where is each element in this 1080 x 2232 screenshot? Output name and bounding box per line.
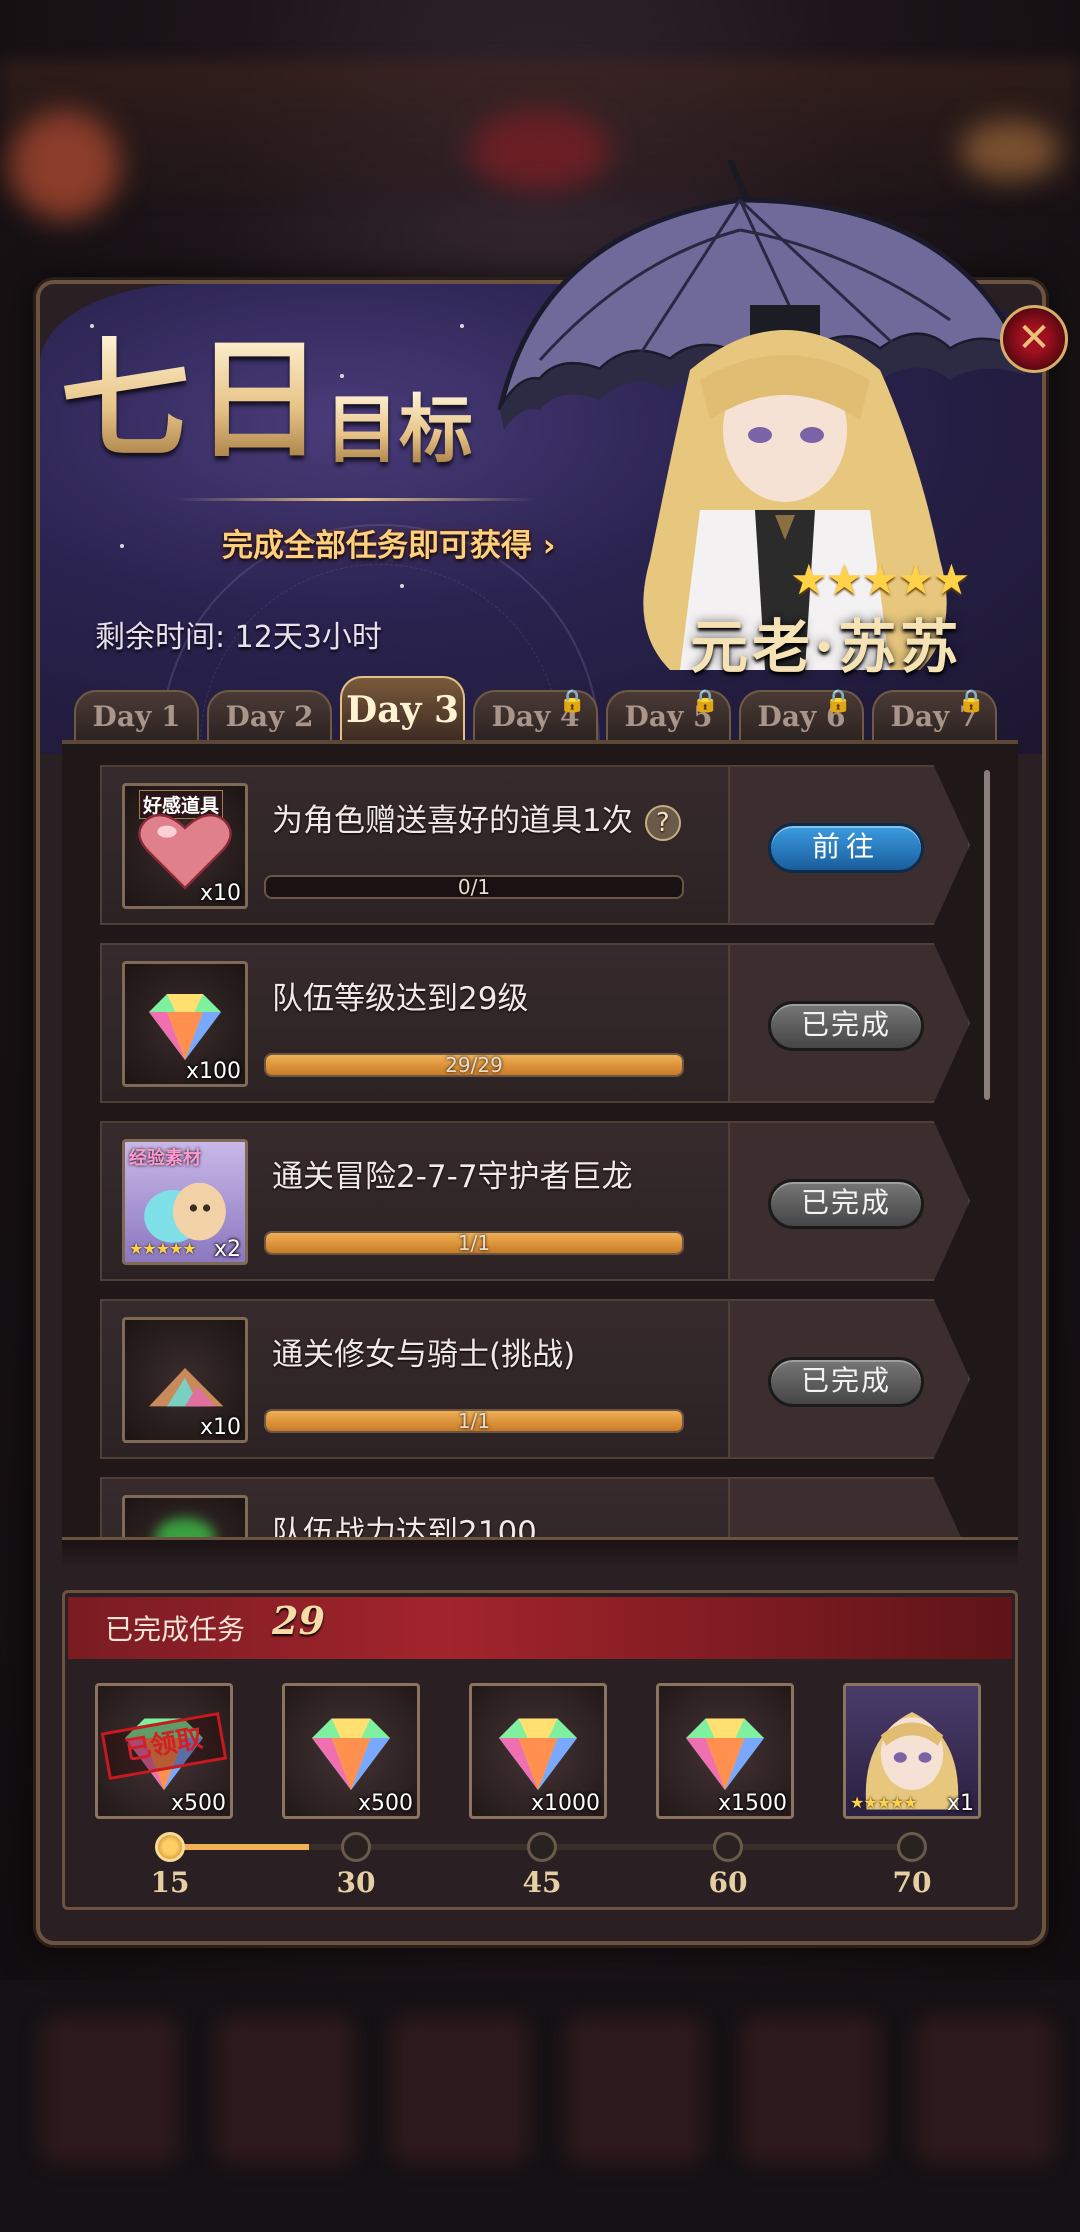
title-divider (175, 498, 535, 501)
star-decoration (400, 584, 404, 588)
star-decoration (460, 324, 464, 328)
close-icon: ✕ (1017, 315, 1051, 361)
event-title: 七日 (60, 323, 329, 476)
progress-text: 1/1 (457, 1409, 491, 1433)
milestone-label: 60 (708, 1866, 748, 1899)
task-row: 经验素材 ★★★★★ x2 通关冒险2-7-7守护者巨龙 1/1 已完成 (100, 1121, 970, 1281)
milestone-node (341, 1832, 371, 1862)
task-action-area (728, 1477, 970, 1537)
progress-text: 0/1 (457, 875, 491, 899)
event-title-suffix: 目标 (325, 387, 473, 473)
item-rarity-stars: ★★★★★ (129, 1239, 197, 1258)
star-decoration (120, 544, 124, 548)
background-nav-item (40, 2015, 180, 2165)
star-decoration (340, 374, 344, 378)
event-subtitle: 完成全部任务即可获得 › (222, 528, 556, 564)
milestone-node (713, 1832, 743, 1862)
milestone-track-fill (168, 1844, 309, 1850)
tab-day-7[interactable]: 🔒 Day 7 (872, 688, 997, 742)
milestone-reward[interactable]: x1500 (656, 1683, 794, 1819)
item-quantity: x1 (946, 1791, 974, 1816)
milestone-reward[interactable]: x500 (282, 1683, 420, 1819)
task-row: x100 队伍等级达到29级 29/29 已完成 (100, 943, 970, 1103)
reward-item[interactable]: x10 (122, 1317, 248, 1443)
task-list-scrollbar[interactable] (984, 770, 990, 1100)
completed-tasks-count: 29 (272, 1598, 325, 1643)
background-nav-item (740, 2015, 880, 2165)
task-progress-bar: 0/1 (264, 875, 684, 899)
completed-button: 已完成 (768, 1001, 924, 1051)
background-nav-item (390, 2015, 530, 2165)
item-quantity: x2 (213, 1237, 241, 1262)
task-progress-bar: 29/29 (264, 1053, 684, 1077)
tab-day-1[interactable]: Day 1 (74, 690, 199, 742)
reward-glow (155, 1518, 215, 1537)
task-progress-bar: 1/1 (264, 1231, 684, 1255)
task-row: 队伍战力达到2100 (100, 1477, 970, 1537)
character-name: 元老·苏苏 (690, 613, 963, 681)
item-quantity: x10 (199, 881, 241, 906)
task-title: 队伍战力达到2100 (272, 1515, 537, 1537)
milestone-node (155, 1832, 185, 1862)
item-quantity: x100 (185, 1059, 241, 1084)
milestone-reward[interactable]: x1000 (469, 1683, 607, 1819)
task-progress-bar: 1/1 (264, 1409, 684, 1433)
task-title: 通关冒险2-7-7守护者巨龙 (272, 1159, 633, 1195)
reward-item[interactable]: 好感道具 x10 (122, 783, 248, 909)
milestone-label: 45 (522, 1866, 562, 1899)
tab-day-6[interactable]: 🔒 Day 6 (739, 688, 864, 742)
item-quantity: x10 (199, 1415, 241, 1440)
task-title: 为角色赠送喜好的道具1次? (272, 795, 681, 841)
tab-day-3[interactable]: Day 3 (340, 676, 465, 742)
day-tabs: Day 1 Day 2 Day 3 🔒 Day 4 🔒 Day 5 🔒 Day 6 🔒… (74, 676, 1004, 742)
character-rarity-stars: ★★★★★ (790, 555, 970, 604)
milestone-reward[interactable]: ★★★★★ x1 (843, 1683, 981, 1819)
background-blur (10, 110, 120, 220)
item-rarity-stars: ★★★★★ (850, 1793, 918, 1812)
item-quantity: x500 (170, 1791, 226, 1816)
reward-item[interactable] (122, 1495, 248, 1537)
task-title: 通关修女与骑士(挑战) (272, 1337, 576, 1373)
tab-day-4[interactable]: 🔒 Day 4 (473, 688, 598, 742)
tab-day-5[interactable]: 🔒 Day 5 (606, 688, 731, 742)
lock-icon: 🔒 (558, 688, 586, 714)
milestone-reward[interactable]: 已领取 x500 (95, 1683, 233, 1819)
tab-day-2[interactable]: Day 2 (207, 690, 332, 742)
item-quantity: x1500 (717, 1791, 787, 1816)
task-row: x10 通关修女与骑士(挑战) 1/1 已完成 (100, 1299, 970, 1459)
milestone-label: 70 (892, 1866, 932, 1899)
item-quantity: x1000 (530, 1791, 600, 1816)
milestone-label: 15 (150, 1866, 190, 1899)
milestone-node (527, 1832, 557, 1862)
background-nav-item (915, 2015, 1055, 2165)
lock-icon: 🔒 (824, 688, 852, 714)
completed-tasks-label: 已完成任务 (105, 1613, 246, 1646)
task-list-bottom-border (62, 1537, 1018, 1567)
completed-button: 已完成 (768, 1179, 924, 1229)
reward-item[interactable]: 经验素材 ★★★★★ x2 (122, 1139, 248, 1265)
item-quantity: x500 (357, 1791, 413, 1816)
completed-button: 已完成 (768, 1357, 924, 1407)
task-row: 好感道具 x10 为角色赠送喜好的道具1次? 0/1 前往 (100, 765, 970, 925)
go-button[interactable]: 前往 (768, 823, 924, 873)
help-icon[interactable]: ? (644, 804, 681, 841)
reward-item[interactable]: x100 (122, 961, 248, 1087)
task-title: 队伍等级达到29级 (272, 981, 529, 1017)
background-nav-item (215, 2015, 355, 2165)
background-nav-item (565, 2015, 705, 2165)
milestone-node (897, 1832, 927, 1862)
lock-icon: 🔒 (691, 688, 719, 714)
lock-icon: 🔒 (957, 688, 985, 714)
remaining-time: 剩余时间: 12天3小时 (95, 620, 382, 655)
progress-text: 1/1 (457, 1231, 491, 1255)
progress-text: 29/29 (445, 1053, 503, 1077)
milestone-label: 30 (336, 1866, 376, 1899)
close-button[interactable]: ✕ (1000, 305, 1068, 373)
